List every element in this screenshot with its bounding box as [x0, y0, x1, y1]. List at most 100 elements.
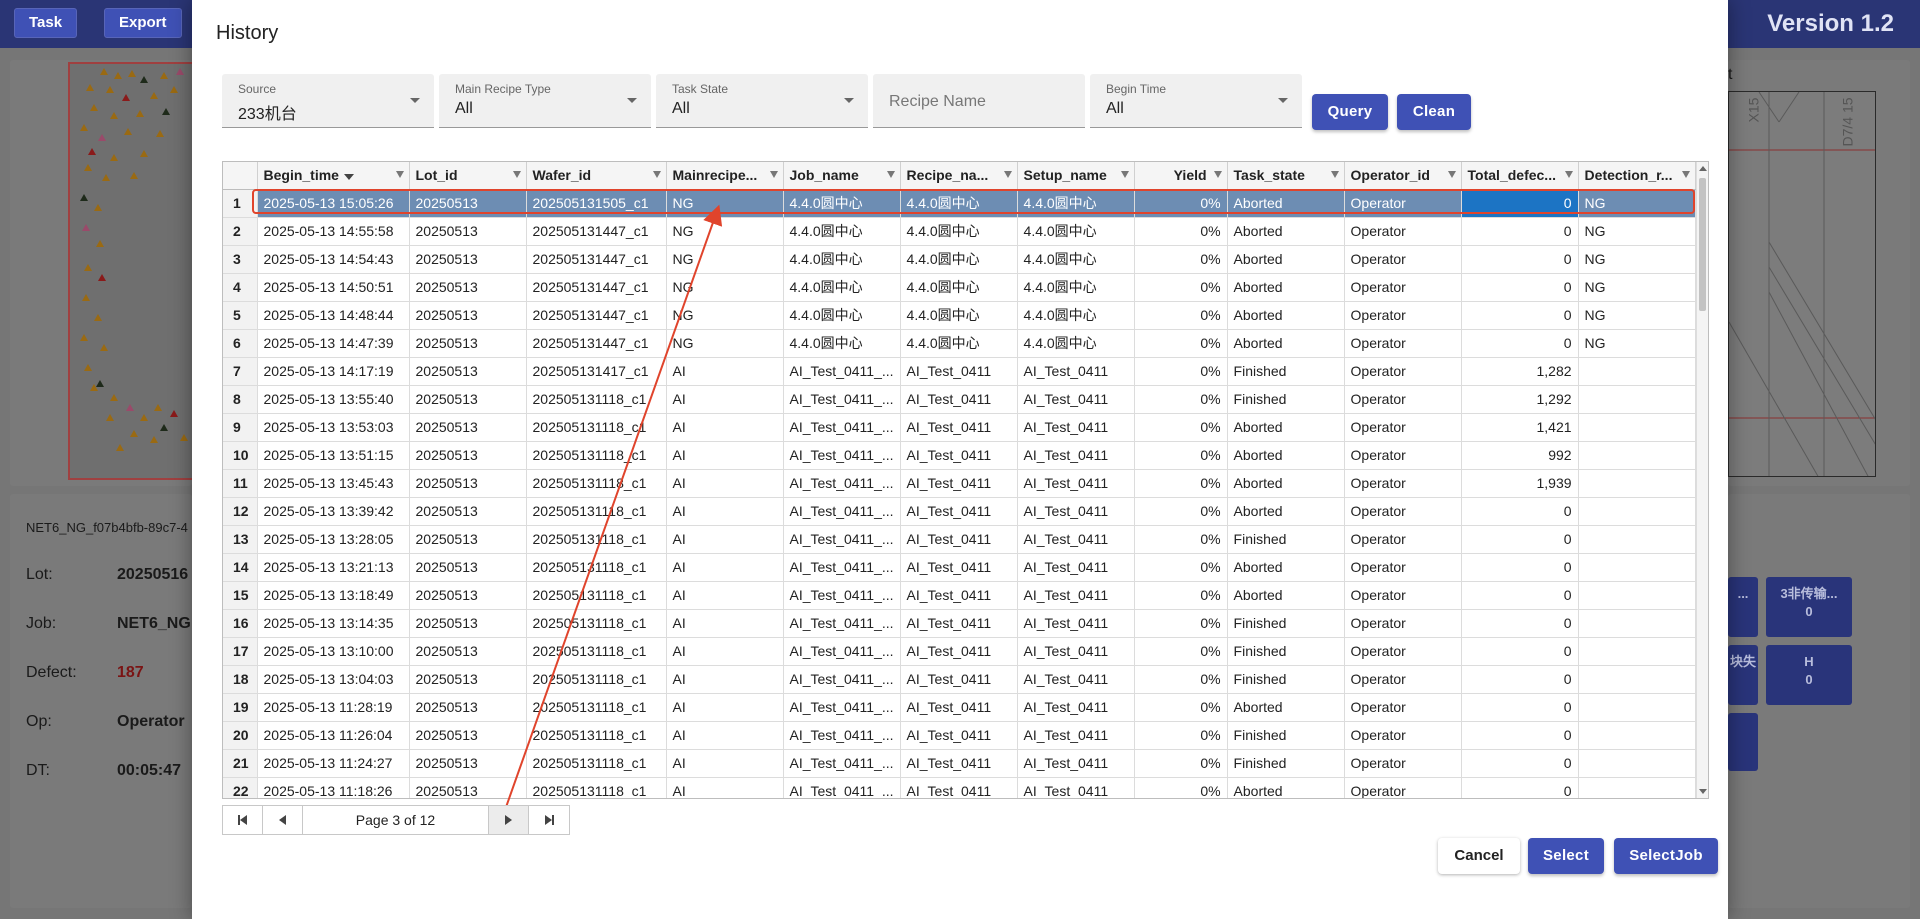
- total-defects-cell[interactable]: 0: [1461, 525, 1579, 554]
- setup-name-cell[interactable]: 4.4.0圆中心: [1017, 301, 1135, 330]
- begin-time-cell[interactable]: 2025-05-13 14:17:19: [257, 357, 410, 386]
- class-button-transport[interactable]: 3非传输... 0: [1766, 577, 1852, 637]
- col-lot-id[interactable]: Lot_id: [409, 162, 527, 190]
- job-name-cell[interactable]: AI_Test_0411_...: [783, 665, 901, 694]
- row-number[interactable]: 20: [223, 721, 258, 750]
- job-name-cell[interactable]: 4.4.0圆中心: [783, 245, 901, 274]
- filter-icon[interactable]: [512, 171, 521, 178]
- table-row[interactable]: 18 2025-05-13 13:04:03 20250513 20250513111…: [223, 665, 1696, 694]
- recipe-name-cell[interactable]: 4.4.0圆中心: [900, 217, 1018, 246]
- yield-cell[interactable]: 0%: [1134, 329, 1228, 358]
- job-name-cell[interactable]: 4.4.0圆中心: [783, 217, 901, 246]
- recipe-name-cell[interactable]: AI_Test_0411: [900, 721, 1018, 750]
- detection-result-cell[interactable]: [1578, 469, 1696, 498]
- selectjob-button[interactable]: SelectJob: [1614, 838, 1718, 874]
- mainrecipe-cell[interactable]: AI: [666, 357, 784, 386]
- task-state-cell[interactable]: Finished: [1227, 749, 1345, 778]
- mainrecipe-cell[interactable]: NG: [666, 273, 784, 302]
- wafer-id-cell[interactable]: 202505131118_c1: [526, 693, 667, 722]
- total-defects-cell[interactable]: 0: [1461, 553, 1579, 582]
- setup-name-cell[interactable]: AI_Test_0411: [1017, 357, 1135, 386]
- mainrecipe-cell[interactable]: AI: [666, 553, 784, 582]
- row-number[interactable]: 7: [223, 357, 258, 386]
- lot-id-cell[interactable]: 20250513: [409, 469, 527, 498]
- table-row[interactable]: 21 2025-05-13 11:24:27 20250513 20250513111…: [223, 749, 1696, 778]
- yield-cell[interactable]: 0%: [1134, 777, 1228, 798]
- table-row[interactable]: 14 2025-05-13 13:21:13 20250513 20250513111…: [223, 553, 1696, 582]
- job-name-cell[interactable]: AI_Test_0411_...: [783, 497, 901, 526]
- total-defects-cell[interactable]: 0: [1461, 245, 1579, 274]
- col-mainrecipe[interactable]: Mainrecipe...: [666, 162, 784, 190]
- mainrecipe-cell[interactable]: AI: [666, 497, 784, 526]
- filter-icon[interactable]: [1330, 171, 1339, 178]
- col-job-name[interactable]: Job_name: [783, 162, 901, 190]
- total-defects-cell[interactable]: 1,939: [1461, 469, 1579, 498]
- yield-cell[interactable]: 0%: [1134, 721, 1228, 750]
- wafer-id-cell[interactable]: 202505131118_c1: [526, 721, 667, 750]
- task-state-cell[interactable]: Aborted: [1227, 469, 1345, 498]
- begin-time-cell[interactable]: 2025-05-13 13:39:42: [257, 497, 410, 526]
- operator-id-cell[interactable]: Operator: [1344, 777, 1462, 798]
- lot-id-cell[interactable]: 20250513: [409, 357, 527, 386]
- row-number[interactable]: 17: [223, 637, 258, 666]
- task-state-select[interactable]: Task State All: [656, 74, 868, 128]
- yield-cell[interactable]: 0%: [1134, 441, 1228, 470]
- recipe-name-cell[interactable]: AI_Test_0411: [900, 581, 1018, 610]
- detection-result-cell[interactable]: [1578, 385, 1696, 414]
- job-name-cell[interactable]: AI_Test_0411_...: [783, 553, 901, 582]
- row-number[interactable]: 8: [223, 385, 258, 414]
- job-name-cell[interactable]: AI_Test_0411_...: [783, 777, 901, 798]
- total-defects-cell[interactable]: 992: [1461, 441, 1579, 470]
- query-button[interactable]: Query: [1312, 94, 1388, 130]
- setup-name-cell[interactable]: AI_Test_0411: [1017, 525, 1135, 554]
- begin-time-cell[interactable]: 2025-05-13 13:53:03: [257, 413, 410, 442]
- operator-id-cell[interactable]: Operator: [1344, 721, 1462, 750]
- mainrecipe-cell[interactable]: NG: [666, 329, 784, 358]
- yield-cell[interactable]: 0%: [1134, 413, 1228, 442]
- lot-id-cell[interactable]: 20250513: [409, 217, 527, 246]
- lot-id-cell[interactable]: 20250513: [409, 245, 527, 274]
- mainrecipe-cell[interactable]: NG: [666, 301, 784, 330]
- detection-result-cell[interactable]: [1578, 357, 1696, 386]
- wafer-id-cell[interactable]: 202505131118_c1: [526, 581, 667, 610]
- filter-icon[interactable]: [886, 171, 895, 178]
- class-button-extra[interactable]: [1728, 713, 1758, 771]
- lot-id-cell[interactable]: 20250513: [409, 525, 527, 554]
- wafer-id-cell[interactable]: 202505131118_c1: [526, 637, 667, 666]
- col-operator-id[interactable]: Operator_id: [1344, 162, 1462, 190]
- mainrecipe-cell[interactable]: AI: [666, 581, 784, 610]
- row-number[interactable]: 12: [223, 497, 258, 526]
- total-defects-cell[interactable]: 1,421: [1461, 413, 1579, 442]
- begin-time-cell[interactable]: 2025-05-13 14:48:44: [257, 301, 410, 330]
- detection-result-cell[interactable]: NG: [1578, 273, 1696, 302]
- detection-result-cell[interactable]: [1578, 553, 1696, 582]
- task-state-cell[interactable]: Finished: [1227, 609, 1345, 638]
- table-row[interactable]: 17 2025-05-13 13:10:00 20250513 20250513111…: [223, 637, 1696, 666]
- wafer-id-cell[interactable]: 202505131447_c1: [526, 245, 667, 274]
- table-row[interactable]: 22 2025-05-13 11:18:26 20250513 20250513111…: [223, 777, 1696, 798]
- table-row[interactable]: 16 2025-05-13 13:14:35 20250513 20250513111…: [223, 609, 1696, 638]
- filter-icon[interactable]: [769, 171, 778, 178]
- operator-id-cell[interactable]: Operator: [1344, 329, 1462, 358]
- mainrecipe-cell[interactable]: AI: [666, 693, 784, 722]
- recipe-name-cell[interactable]: AI_Test_0411: [900, 665, 1018, 694]
- recipe-name-input[interactable]: Recipe Name: [873, 74, 1085, 128]
- recipe-name-cell[interactable]: AI_Test_0411: [900, 553, 1018, 582]
- setup-name-cell[interactable]: AI_Test_0411: [1017, 693, 1135, 722]
- first-page-button[interactable]: [223, 806, 263, 834]
- lot-id-cell[interactable]: 20250513: [409, 329, 527, 358]
- total-defects-cell[interactable]: 0: [1461, 777, 1579, 798]
- row-number[interactable]: 9: [223, 413, 258, 442]
- setup-name-cell[interactable]: AI_Test_0411: [1017, 777, 1135, 798]
- yield-cell[interactable]: 0%: [1134, 553, 1228, 582]
- row-number[interactable]: 10: [223, 441, 258, 470]
- task-state-cell[interactable]: Aborted: [1227, 273, 1345, 302]
- task-state-cell[interactable]: Finished: [1227, 525, 1345, 554]
- operator-id-cell[interactable]: Operator: [1344, 385, 1462, 414]
- total-defects-cell[interactable]: 0: [1461, 665, 1579, 694]
- setup-name-cell[interactable]: AI_Test_0411: [1017, 497, 1135, 526]
- detection-result-cell[interactable]: [1578, 441, 1696, 470]
- yield-cell[interactable]: 0%: [1134, 245, 1228, 274]
- table-row[interactable]: 11 2025-05-13 13:45:43 20250513 20250513111…: [223, 469, 1696, 498]
- col-total-defects[interactable]: Total_defec...: [1461, 162, 1579, 190]
